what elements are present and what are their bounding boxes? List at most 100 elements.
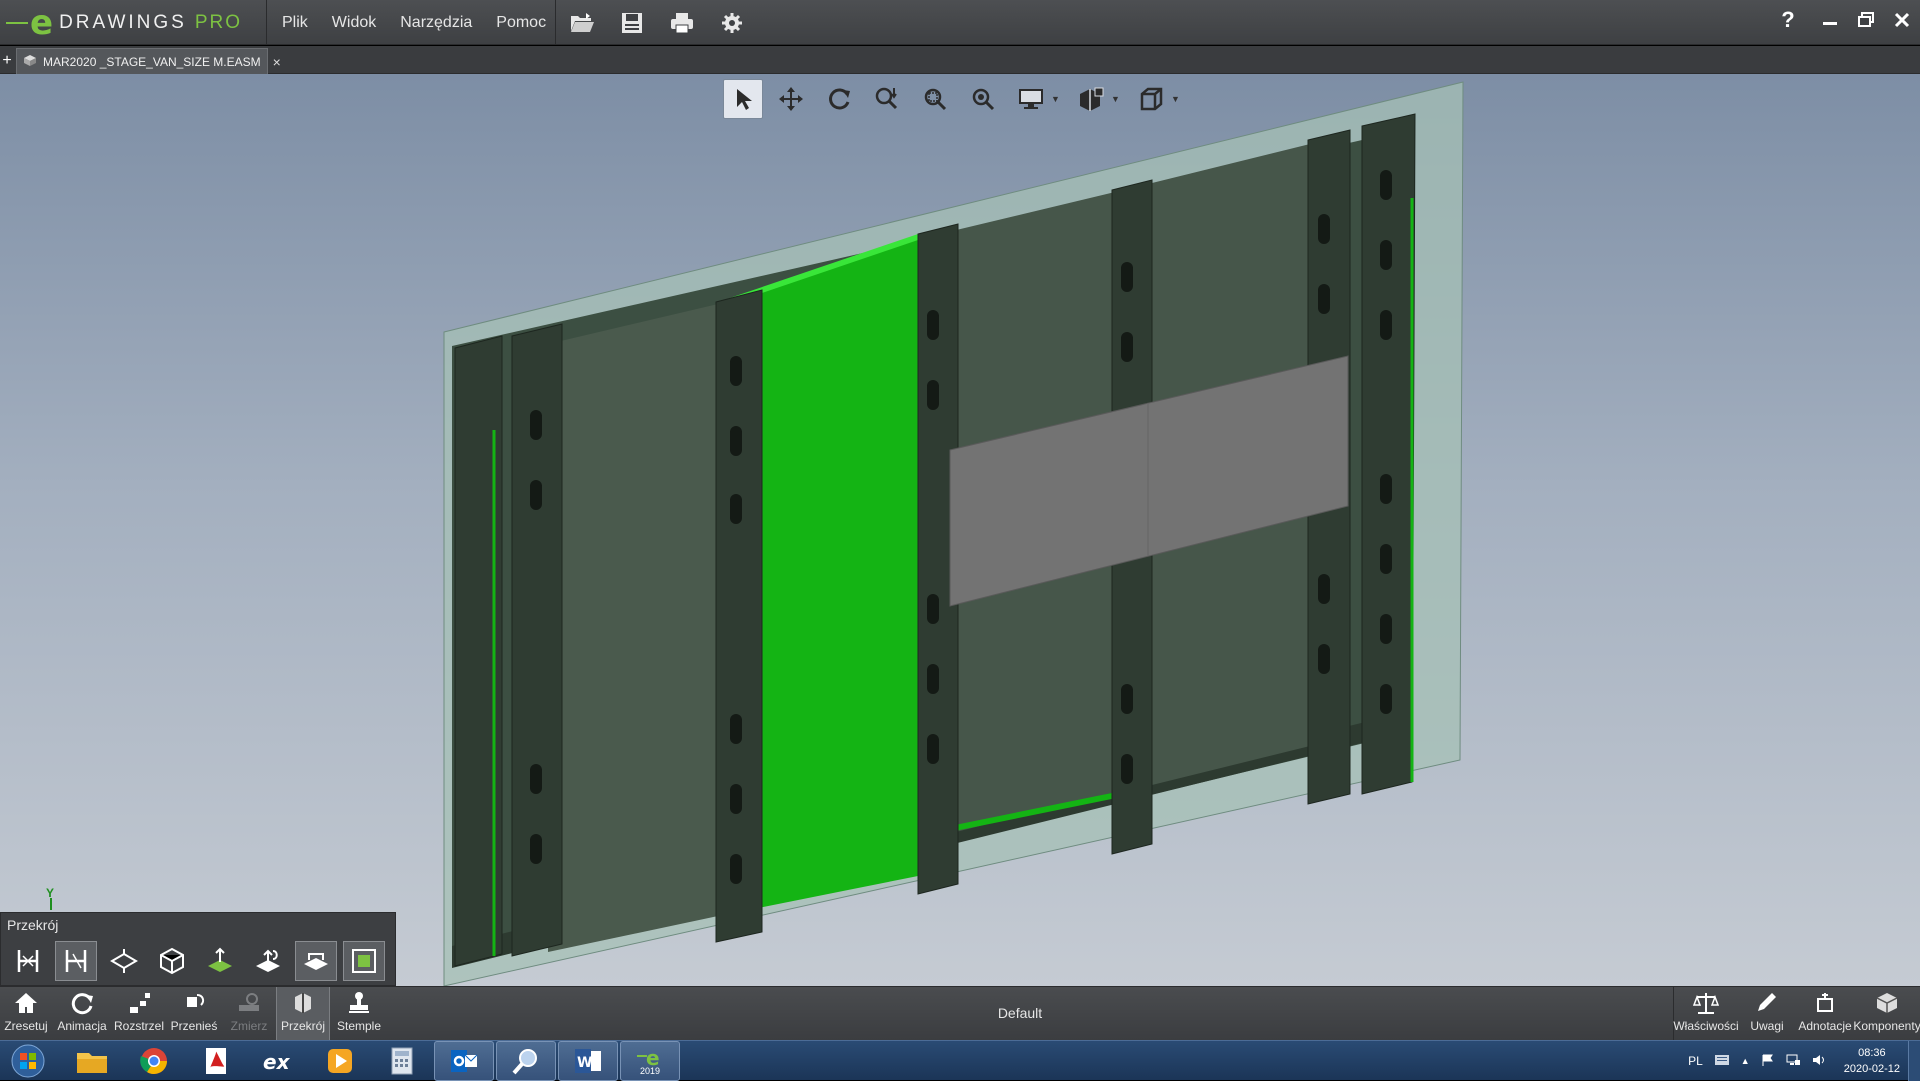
language-indicator[interactable]: PL	[1688, 1054, 1703, 1068]
annotations-button[interactable]: Adnotacje	[1796, 987, 1854, 1041]
logo-name: DRAWINGS	[59, 12, 187, 33]
menu-widok[interactable]: Widok	[320, 0, 388, 45]
svg-text:ex: ex	[263, 1050, 291, 1074]
quick-access-toolbar	[562, 6, 762, 40]
explorer-icon[interactable]	[62, 1041, 122, 1081]
model-viewport[interactable]: ▼ ▼ ▼ Y Przekrój	[0, 74, 1920, 986]
divider	[555, 0, 556, 45]
section-cap-icon[interactable]	[295, 941, 337, 981]
clock-date: 2020-02-12	[1843, 1063, 1900, 1075]
save-icon[interactable]	[612, 6, 652, 40]
annotations-icon	[1817, 993, 1833, 1012]
properties-button[interactable]: Właściwości	[1673, 987, 1739, 1041]
stamps-button[interactable]: Stemple	[330, 987, 388, 1041]
document-tab[interactable]: MAR2020 _STAGE_VAN_SIZE M.EASM ×	[16, 48, 281, 74]
components-icon	[1876, 993, 1898, 1013]
section-icon	[295, 993, 311, 1013]
section-xz-icon[interactable]	[103, 941, 145, 981]
section-box-icon[interactable]	[151, 941, 193, 981]
tray-expand-icon[interactable]: ▲	[1741, 1056, 1750, 1066]
section-fill-icon[interactable]	[343, 941, 385, 981]
start-button[interactable]	[4, 1042, 52, 1080]
restore-icon[interactable]	[1848, 0, 1884, 40]
calculator-icon[interactable]	[372, 1041, 432, 1081]
measure-button[interactable]: Zmierz	[222, 987, 276, 1041]
stamps-label: Stemple	[336, 1019, 382, 1033]
clock-time: 08:36	[1858, 1047, 1886, 1059]
bottom-toolbar: Zresetuj Animacja Rozstrzel Przenieś Zmi…	[0, 986, 1920, 1041]
print-icon[interactable]	[662, 6, 702, 40]
volume-icon[interactable]	[1812, 1054, 1826, 1069]
outlook-icon[interactable]	[434, 1041, 494, 1081]
edrawings-window: e DRAWINGS PRO Plik Widok Narzędzia Pomo…	[0, 0, 1920, 1081]
close-icon[interactable]	[1884, 0, 1920, 40]
explode-button[interactable]: Rozstrzel	[112, 987, 166, 1041]
media-player-icon[interactable]	[310, 1041, 370, 1081]
excel-icon[interactable]: ex	[248, 1041, 308, 1081]
zoom-icon[interactable]	[963, 79, 1003, 119]
section-button[interactable]: Przekrój	[276, 987, 330, 1041]
display-style-icon[interactable]	[1011, 79, 1051, 119]
measure-icon	[239, 993, 259, 1011]
assembly-model[interactable]	[0, 74, 1920, 986]
animation-button[interactable]: Animacja	[52, 987, 112, 1041]
move-label: Przenieś	[170, 1019, 218, 1033]
minimize-icon[interactable]	[1812, 0, 1848, 40]
chrome-icon[interactable]	[124, 1041, 184, 1081]
components-label: Komponenty	[1853, 1019, 1920, 1033]
section-yz-icon[interactable]	[55, 941, 97, 981]
home-icon	[15, 993, 37, 1013]
acrobat-icon[interactable]	[186, 1041, 246, 1081]
settings-icon[interactable]	[712, 6, 752, 40]
view-toolbar: ▼ ▼ ▼	[723, 79, 1191, 119]
explode-label: Rozstrzel	[113, 1019, 164, 1033]
logo-mark: e	[30, 3, 54, 43]
rotate-icon[interactable]	[819, 79, 859, 119]
zoom-fit-icon[interactable]	[867, 79, 907, 119]
markup-icon	[1758, 993, 1776, 1011]
configuration-name[interactable]: Default	[960, 1005, 1080, 1021]
explode-icon	[130, 993, 150, 1013]
svg-text:W: W	[577, 1055, 592, 1071]
annotations-label: Adnotacje	[1798, 1019, 1852, 1033]
flag-icon[interactable]	[1762, 1054, 1774, 1069]
markup-button[interactable]: Uwagi	[1738, 987, 1796, 1041]
help-button[interactable]: ?	[1770, 0, 1806, 40]
bottom-tools: Zresetuj Animacja Rozstrzel Przenieś Zmi…	[0, 987, 388, 1041]
chevron-down-icon[interactable]: ▼	[1051, 94, 1061, 104]
menu-plik[interactable]: Plik	[270, 0, 320, 45]
reset-label: Zresetuj	[4, 1019, 48, 1033]
new-tab-button[interactable]: +	[0, 50, 14, 74]
show-desktop-button[interactable]	[1908, 1041, 1920, 1081]
chevron-down-icon[interactable]: ▼	[1171, 94, 1181, 104]
assembly-icon	[23, 54, 37, 69]
zoom-area-icon[interactable]	[915, 79, 955, 119]
close-tab-icon[interactable]: ×	[273, 54, 281, 70]
reset-button[interactable]: Zresetuj	[0, 987, 52, 1041]
section-xy-icon[interactable]	[7, 941, 49, 981]
section-plane-offset-icon[interactable]	[247, 941, 289, 981]
section-plane-flip-icon[interactable]	[199, 941, 241, 981]
menu-pomoc[interactable]: Pomoc	[484, 0, 558, 45]
word-icon[interactable]: W	[558, 1041, 618, 1081]
components-button[interactable]: Komponenty	[1853, 987, 1920, 1041]
search-icon[interactable]	[496, 1041, 556, 1081]
open-icon[interactable]	[562, 6, 602, 40]
section-panel-title: Przekrój	[7, 917, 59, 933]
select-icon[interactable]	[723, 79, 763, 119]
system-clock[interactable]: 08:36 2020-02-12	[1844, 1045, 1900, 1077]
network-icon[interactable]	[1786, 1054, 1800, 1069]
menu-narzedzia[interactable]: Narzędzia	[388, 0, 484, 45]
keyboard-icon[interactable]	[1714, 1054, 1729, 1068]
edrawings-icon[interactable]: e 2019	[620, 1041, 680, 1081]
properties-label: Właściwości	[1673, 1019, 1739, 1033]
taskbar-apps: ex W e 2019	[62, 1041, 682, 1081]
svg-text:e: e	[646, 1046, 660, 1068]
view-orientation-icon[interactable]	[1131, 79, 1171, 119]
shaded-icon[interactable]	[1071, 79, 1111, 119]
move-button[interactable]: Przenieś	[166, 987, 222, 1041]
chevron-down-icon[interactable]: ▼	[1111, 94, 1121, 104]
document-tab-label: MAR2020 _STAGE_VAN_SIZE M.EASM	[43, 54, 261, 69]
pan-icon[interactable]	[771, 79, 811, 119]
stamp-icon	[349, 992, 369, 1013]
